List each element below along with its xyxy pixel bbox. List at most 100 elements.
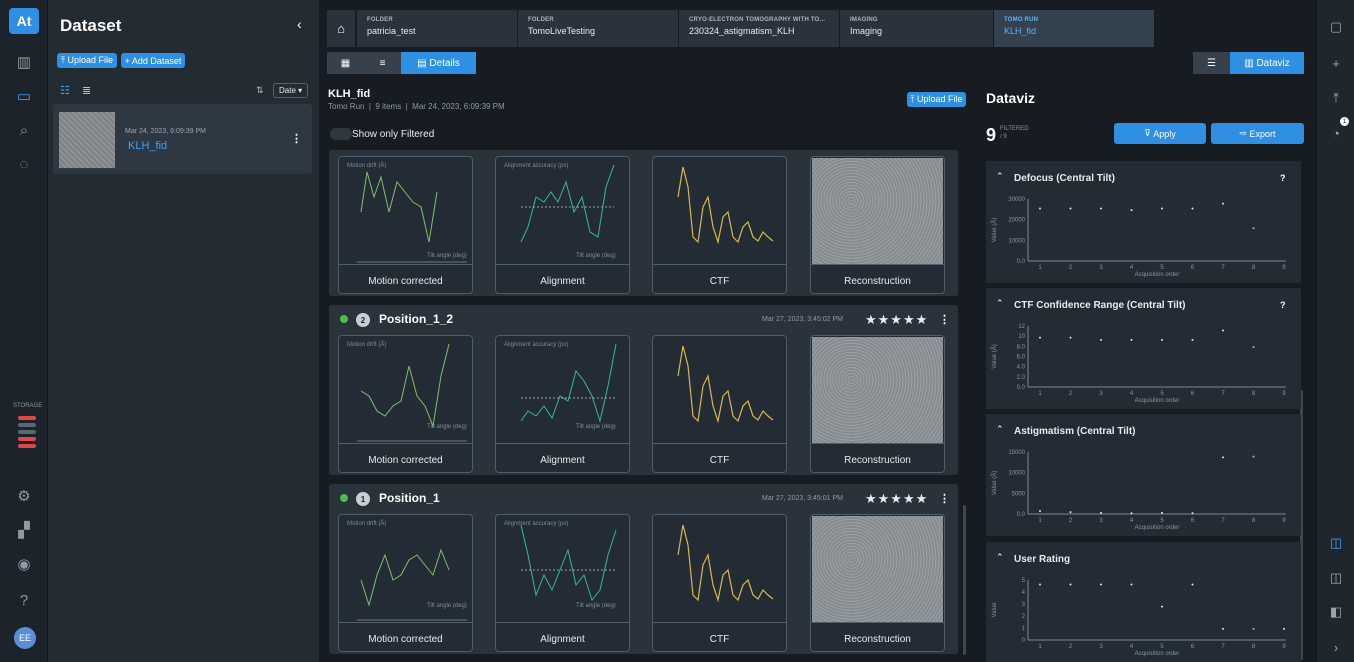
table-toggle-icon[interactable]: ☰: [1193, 52, 1230, 74]
folder-icon[interactable]: ▭: [12, 86, 36, 106]
rating-stars[interactable]: ★★★★★: [865, 491, 928, 507]
details-view-button[interactable]: ▤ Details: [401, 52, 476, 74]
export-button[interactable]: ⇨ Export: [1211, 123, 1304, 144]
bar-chart-icon[interactable]: ▥: [12, 52, 36, 72]
tilt-axis-label: Tilt angle (deg): [427, 424, 467, 430]
run-upload-button[interactable]: ⤒ Upload File: [907, 92, 966, 107]
data-point: [1069, 583, 1072, 586]
y-tick-label: 10: [1018, 334, 1025, 340]
motion-plot[interactable]: Motion drift (Å) Tilt angle (deg) Motion …: [338, 514, 473, 652]
add-user-icon[interactable]: +: [1326, 53, 1346, 73]
recon-label: Reconstruction: [844, 455, 911, 466]
storage-meter[interactable]: [18, 416, 36, 464]
app-logo[interactable]: At: [9, 8, 39, 34]
notification-badge: 1: [1340, 117, 1349, 126]
x-tick-label: 1: [1038, 644, 1042, 650]
compact-view-icon[interactable]: ≣: [82, 84, 91, 97]
layout-split-icon[interactable]: ◫: [1326, 568, 1346, 588]
breadcrumb-item-current[interactable]: TOMO RUN KLH_fid: [994, 10, 1154, 47]
ctf-plot[interactable]: CTF: [652, 335, 787, 473]
list-view-icon[interactable]: ≡: [364, 52, 401, 74]
search-settings-icon[interactable]: ◌: [12, 154, 36, 174]
reconstruction-plot[interactable]: Reconstruction: [810, 335, 945, 473]
position-card: 2 Position_1_2 Mar 27, 2023, 3:45:02 PM …: [329, 305, 958, 475]
rating-stars[interactable]: ★★★★★: [865, 312, 928, 328]
settings-icon[interactable]: ⚙: [12, 486, 36, 506]
more-options-icon[interactable]: ⋮: [939, 492, 950, 505]
more-options-icon[interactable]: ⋮: [291, 132, 302, 145]
data-point: [1161, 207, 1163, 210]
add-dataset-button[interactable]: + Add Dataset: [121, 53, 185, 68]
position-name[interactable]: Position_1: [379, 491, 440, 505]
sort-select[interactable]: Date ▾: [273, 83, 309, 98]
x-tick-label: 8: [1252, 391, 1256, 397]
apply-button[interactable]: ⊽ Apply: [1114, 123, 1206, 144]
data-point: [1191, 583, 1194, 586]
expand-icon[interactable]: ›: [1326, 637, 1346, 657]
ctf-chart: [677, 166, 774, 245]
y-tick-label: 2: [1022, 614, 1026, 620]
grid-view-icon[interactable]: ▦: [327, 52, 364, 74]
activity-icon[interactable]: ◔: [1326, 123, 1346, 143]
reconstruction-plot[interactable]: Reconstruction: [810, 514, 945, 652]
position-name[interactable]: Position_1_2: [379, 312, 453, 326]
dataviz-title: Dataviz: [986, 90, 1036, 106]
help-icon[interactable]: ?: [12, 590, 36, 610]
ctf-chart: [677, 345, 774, 424]
position-date: Mar 27, 2023, 3:45:02 PM: [762, 316, 843, 323]
avatar[interactable]: EE: [14, 627, 36, 649]
alignment-plot[interactable]: Alignment accuracy (px) Tilt angle (deg) …: [495, 514, 630, 652]
layout-left-icon[interactable]: ◧: [1326, 602, 1346, 622]
x-tick-label: 4: [1130, 518, 1134, 524]
alignment-plot[interactable]: Alignment accuracy (px) Tilt angle (deg) …: [495, 335, 630, 473]
scrollbar[interactable]: [963, 505, 966, 655]
status-dot: [340, 494, 348, 502]
dataviz-chart-card: ⌃ CTF Confidence Range (Central Tilt)? 12 1…: [986, 288, 1301, 409]
globe-icon[interactable]: ◉: [12, 554, 36, 574]
y-tick-label: 0.0: [1017, 512, 1026, 518]
x-tick-label: 5: [1160, 518, 1164, 524]
breadcrumb-item[interactable]: IMAGING Imaging: [840, 10, 993, 47]
reconstruction-plot[interactable]: Reconstruction: [810, 156, 945, 294]
ctf-plot[interactable]: CTF: [652, 156, 787, 294]
motion-axis-label: Motion drift (Å): [347, 162, 386, 169]
y-tick-label: 4: [1022, 590, 1026, 596]
x-tick-label: 5: [1160, 265, 1164, 271]
chat-icon[interactable]: ▢: [1326, 17, 1346, 37]
filter-toggle[interactable]: [330, 128, 352, 140]
upload-file-button[interactable]: ⤒ Upload File: [57, 53, 117, 68]
position-date: Mar 27, 2023, 3:45:01 PM: [762, 495, 843, 502]
collapse-chevron-icon[interactable]: ‹: [297, 16, 302, 32]
sort-icon[interactable]: ⇅: [256, 85, 264, 96]
layout-right-icon[interactable]: ◫: [1326, 533, 1346, 553]
search-icon[interactable]: ⌕: [12, 120, 36, 140]
tilt-axis-label: Tilt angle (deg): [427, 603, 467, 609]
x-tick-label: 2: [1069, 644, 1073, 650]
data-point: [1130, 209, 1133, 212]
data-point: [1130, 338, 1133, 341]
dataviz-label: Dataviz: [1256, 57, 1290, 69]
y-axis-label: Value (Å): [991, 218, 998, 243]
motion-plot[interactable]: Motion drift (Å) Tilt angle (deg) Motion …: [338, 335, 473, 473]
list-view-icon[interactable]: ☷: [60, 84, 70, 97]
position-index: 2: [356, 313, 370, 327]
x-tick-label: 5: [1160, 644, 1164, 650]
puzzle-icon[interactable]: ▞: [12, 520, 36, 540]
home-icon[interactable]: ⌂: [327, 10, 355, 47]
motion-plot[interactable]: Motion drift (Å) Tilt angle (deg) Motion …: [338, 156, 473, 294]
breadcrumb-item[interactable]: FOLDER TomoLiveTesting: [518, 10, 678, 47]
x-tick-label: 7: [1221, 265, 1225, 271]
more-options-icon[interactable]: ⋮: [939, 313, 950, 326]
breadcrumb-item[interactable]: FOLDER patricia_test: [357, 10, 517, 47]
data-point: [1252, 627, 1255, 630]
x-axis-label: Acquisition order: [1135, 651, 1180, 657]
x-axis-label: Acquisition order: [1135, 398, 1180, 404]
upload-icon[interactable]: ⤒: [1326, 88, 1346, 108]
dataviz-toggle-button[interactable]: ▥ Dataviz: [1230, 52, 1304, 74]
dataset-item[interactable]: Mar 24, 2023, 6:09:39 PM KLH_fid ⋮: [53, 104, 312, 174]
data-point: [1100, 511, 1102, 514]
alignment-plot[interactable]: Alignment accuracy (px) Tilt angle (deg) …: [495, 156, 630, 294]
breadcrumb-item[interactable]: CRYO-ELECTRON TOMOGRAPHY WITH TO... 23032…: [679, 10, 839, 47]
ctf-plot[interactable]: CTF: [652, 514, 787, 652]
data-point: [1161, 605, 1163, 608]
